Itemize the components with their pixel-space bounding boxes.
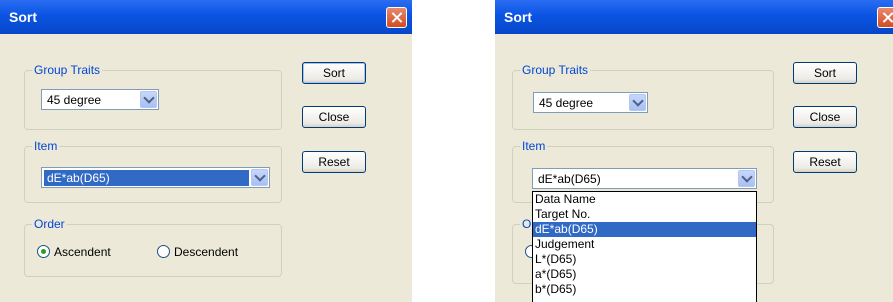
dropdown-option[interactable]: Judgement [533, 237, 756, 252]
item-dropdown-list[interactable]: Data Name Target No. dE*ab(D65) Judgemen… [532, 191, 757, 302]
dropdown-option[interactable]: b*(D65) [533, 282, 756, 297]
order-label: Order [32, 217, 67, 231]
close-icon[interactable] [386, 7, 407, 28]
sort-dialog-right: Sort Group Traits 45 degree Item dE*ab(D… [495, 0, 893, 302]
dropdown-option-highlighted[interactable]: dE*ab(D65) [533, 222, 756, 237]
ascendent-label[interactable]: Ascendent [54, 245, 111, 259]
item-label: Item [520, 139, 548, 153]
dialog-title: Sort [504, 9, 532, 25]
group-traits-select[interactable]: 45 degree [41, 89, 159, 110]
sort-button[interactable]: Sort [302, 62, 366, 84]
group-traits-label: Group Traits [520, 63, 591, 77]
chevron-down-icon[interactable] [251, 169, 268, 186]
chevron-down-icon[interactable] [738, 170, 755, 187]
sort-button[interactable]: Sort [793, 62, 857, 84]
chevron-down-icon[interactable] [140, 91, 157, 108]
group-traits-label: Group Traits [32, 63, 103, 77]
group-traits-value: 45 degree [539, 96, 594, 110]
item-select[interactable]: dE*ab(D65) [41, 167, 270, 188]
item-value: dE*ab(D65) [44, 170, 249, 186]
title-bar[interactable]: Sort [495, 0, 893, 34]
descendent-radio[interactable] [157, 245, 170, 258]
sort-dialog-left: Sort Group Traits 45 degree Item dE*ab(D… [0, 0, 412, 302]
item-value: dE*ab(D65) [538, 172, 601, 186]
group-traits-select[interactable]: 45 degree [533, 92, 648, 113]
item-label: Item [32, 139, 60, 153]
dialog-title: Sort [9, 9, 37, 25]
item-select[interactable]: dE*ab(D65) [532, 168, 757, 189]
ascendent-radio[interactable] [37, 245, 50, 258]
title-bar[interactable]: Sort [0, 0, 412, 34]
reset-button[interactable]: Reset [302, 151, 366, 173]
descendent-label[interactable]: Descendent [174, 245, 238, 259]
close-button[interactable]: Close [302, 106, 366, 128]
chevron-down-icon[interactable] [629, 94, 646, 111]
dropdown-option[interactable]: a*(D65) [533, 267, 756, 282]
dropdown-option[interactable]: Target No. [533, 207, 756, 222]
reset-button[interactable]: Reset [793, 151, 857, 173]
close-icon[interactable] [877, 7, 893, 28]
close-button[interactable]: Close [793, 106, 857, 128]
group-traits-value: 45 degree [47, 93, 102, 107]
dropdown-option[interactable]: Data Name [533, 192, 756, 207]
dropdown-option[interactable]: L*(D65) [533, 252, 756, 267]
